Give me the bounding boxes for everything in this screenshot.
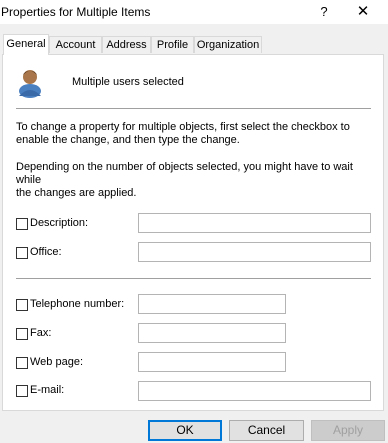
web-page-checkbox[interactable] [16, 357, 28, 369]
tab-account[interactable]: Account [49, 36, 102, 53]
description-checkbox[interactable] [16, 218, 28, 230]
office-checkbox[interactable] [16, 247, 28, 259]
description-field[interactable] [138, 213, 371, 233]
fax-field[interactable] [138, 323, 286, 343]
cancel-button[interactable]: Cancel [229, 420, 304, 441]
tab-organization[interactable]: Organization [194, 36, 262, 53]
web-page-label: Web page: [30, 356, 84, 368]
office-field[interactable] [138, 242, 371, 262]
telephone-field[interactable] [138, 294, 286, 314]
web-page-field[interactable] [138, 352, 286, 372]
apply-button[interactable]: Apply [311, 420, 385, 441]
selection-summary: Multiple users selected [72, 76, 184, 88]
instructions-text: To change a property for multiple object… [16, 121, 376, 147]
instructions-line-2: enable the change, and then type the cha… [16, 134, 240, 146]
wait-note-line-1: Depending on the number of objects selec… [16, 161, 353, 186]
instructions-line-1: To change a property for multiple object… [16, 121, 350, 133]
close-button[interactable]: ✕ [348, 2, 378, 22]
fax-checkbox[interactable] [16, 328, 28, 340]
separator-middle [16, 278, 371, 279]
telephone-checkbox[interactable] [16, 299, 28, 311]
window-title: Properties for Multiple Items [1, 5, 151, 19]
fax-label: Fax: [30, 327, 52, 339]
office-label: Office: [30, 246, 62, 258]
tab-address[interactable]: Address [102, 36, 151, 53]
wait-note-text: Depending on the number of objects selec… [16, 161, 376, 200]
help-button[interactable]: ? [312, 2, 336, 22]
description-label: Description: [30, 217, 89, 229]
user-avatar-icon [19, 70, 41, 98]
separator-top [16, 108, 371, 109]
wait-note-line-2: the changes are applied. [16, 187, 137, 199]
email-field[interactable] [138, 381, 371, 401]
email-label: E-mail: [30, 384, 65, 396]
tab-profile[interactable]: Profile [151, 36, 194, 53]
ok-button[interactable]: OK [148, 420, 222, 441]
email-checkbox[interactable] [16, 385, 28, 397]
telephone-label: Telephone number: [30, 298, 125, 310]
tab-general[interactable]: General [3, 34, 49, 55]
